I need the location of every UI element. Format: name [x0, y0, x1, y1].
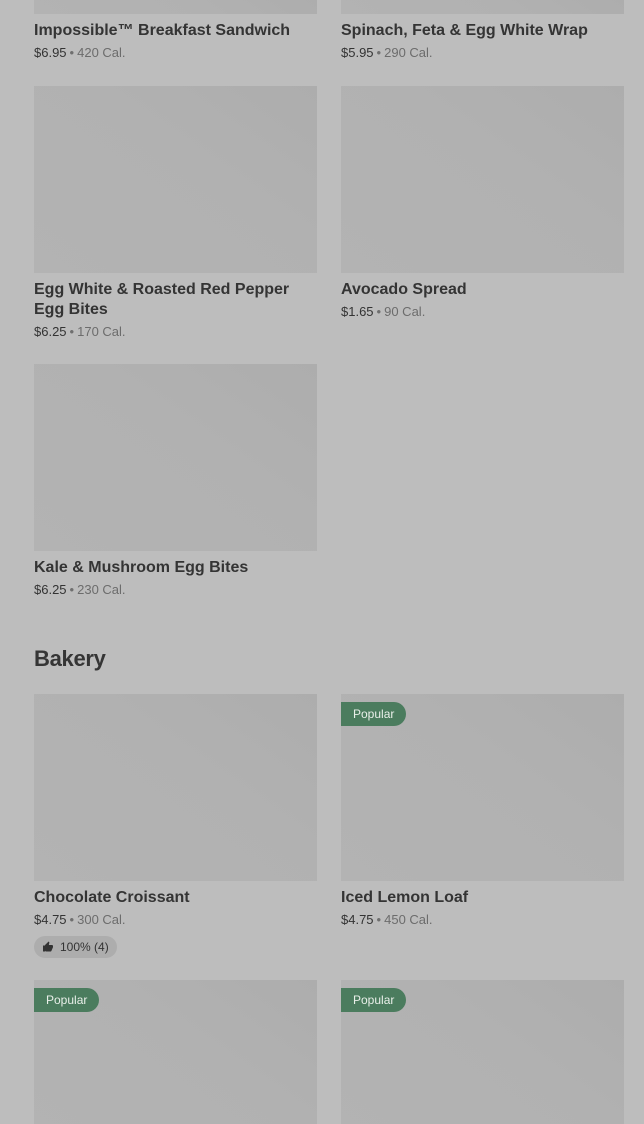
separator: •: [376, 304, 382, 319]
item-meta: $6.95 • 420 Cal.: [34, 44, 317, 61]
item-price: $6.95: [34, 45, 67, 60]
popular-badge: Popular: [341, 702, 407, 726]
item-name: Spinach, Feta & Egg White Wrap: [341, 22, 588, 39]
item-calories: 420 Cal.: [77, 45, 126, 60]
item-name: Iced Lemon Loaf: [341, 889, 469, 906]
item-name: Kale & Mushroom Egg Bites: [34, 559, 249, 576]
item-image: [34, 364, 317, 551]
item-image: [341, 86, 624, 273]
item-price: $4.75: [34, 912, 67, 927]
separator: •: [376, 912, 382, 927]
menu-item-card[interactable]: Impossible™ Breakfast Sandwich $6.95 • 420…: [34, 0, 317, 61]
separator: •: [69, 582, 75, 597]
item-name: Impossible™ Breakfast Sandwich: [34, 22, 291, 39]
item-name: Egg White & Roasted Red Pepper Egg Bites: [34, 281, 290, 318]
item-calories: 170 Cal.: [77, 324, 126, 339]
item-image: Popular: [341, 694, 624, 881]
item-meta: $1.65 • 90 Cal.: [341, 303, 624, 320]
item-meta: $6.25 • 170 Cal.: [34, 323, 317, 340]
item-meta: $4.75 • 300 Cal.: [34, 911, 317, 928]
item-image: [34, 0, 317, 14]
item-calories: 450 Cal.: [384, 912, 433, 927]
rating-text: 100% (4): [60, 940, 109, 954]
item-calories: 230 Cal.: [77, 582, 126, 597]
item-image: Popular: [341, 980, 624, 1124]
item-price: $6.25: [34, 324, 67, 339]
menu-item-card[interactable]: Popular: [341, 980, 624, 1124]
menu-item-card[interactable]: Avocado Spread $1.65 • 90 Cal.: [341, 86, 624, 320]
item-image: [34, 694, 317, 881]
menu-item-card[interactable]: Spinach, Feta & Egg White Wrap $5.95 • 290…: [341, 0, 624, 61]
menu-page: Impossible™ Breakfast Sandwich $6.95 • 420…: [0, 0, 644, 1124]
separator: •: [69, 912, 75, 927]
item-meta: $4.75 • 450 Cal.: [341, 911, 624, 928]
item-image: [34, 86, 317, 273]
menu-item-card[interactable]: Popular Iced Lemon Loaf $4.75 • 450 Cal.: [341, 694, 624, 928]
menu-item-card[interactable]: Kale & Mushroom Egg Bites $6.25 • 230 Cal.: [34, 364, 317, 598]
popular-badge: Popular: [34, 988, 100, 1012]
item-meta: $5.95 • 290 Cal.: [341, 44, 624, 61]
popular-badge: Popular: [341, 988, 407, 1012]
item-calories: 90 Cal.: [384, 304, 426, 319]
item-price: $5.95: [341, 45, 374, 60]
item-calories: 290 Cal.: [384, 45, 433, 60]
section-title-bakery: Bakery: [34, 646, 106, 671]
menu-item-card[interactable]: Egg White & Roasted Red Pepper Egg Bites…: [34, 86, 317, 340]
menu-item-card[interactable]: Popular: [34, 980, 317, 1124]
item-meta: $6.25 • 230 Cal.: [34, 581, 317, 598]
separator: •: [69, 45, 75, 60]
item-price: $1.65: [341, 304, 374, 319]
item-name: Avocado Spread: [341, 281, 467, 298]
item-price: $4.75: [341, 912, 374, 927]
item-image: [341, 0, 624, 14]
menu-item-card[interactable]: Chocolate Croissant $4.75 • 300 Cal. 100% …: [34, 694, 317, 958]
rating-badge: 100% (4): [34, 936, 117, 958]
item-price: $6.25: [34, 582, 67, 597]
separator: •: [376, 45, 382, 60]
item-calories: 300 Cal.: [77, 912, 126, 927]
item-image: Popular: [34, 980, 317, 1124]
item-name: Chocolate Croissant: [34, 889, 190, 906]
thumbs-up-icon: [43, 941, 53, 952]
separator: •: [69, 324, 75, 339]
